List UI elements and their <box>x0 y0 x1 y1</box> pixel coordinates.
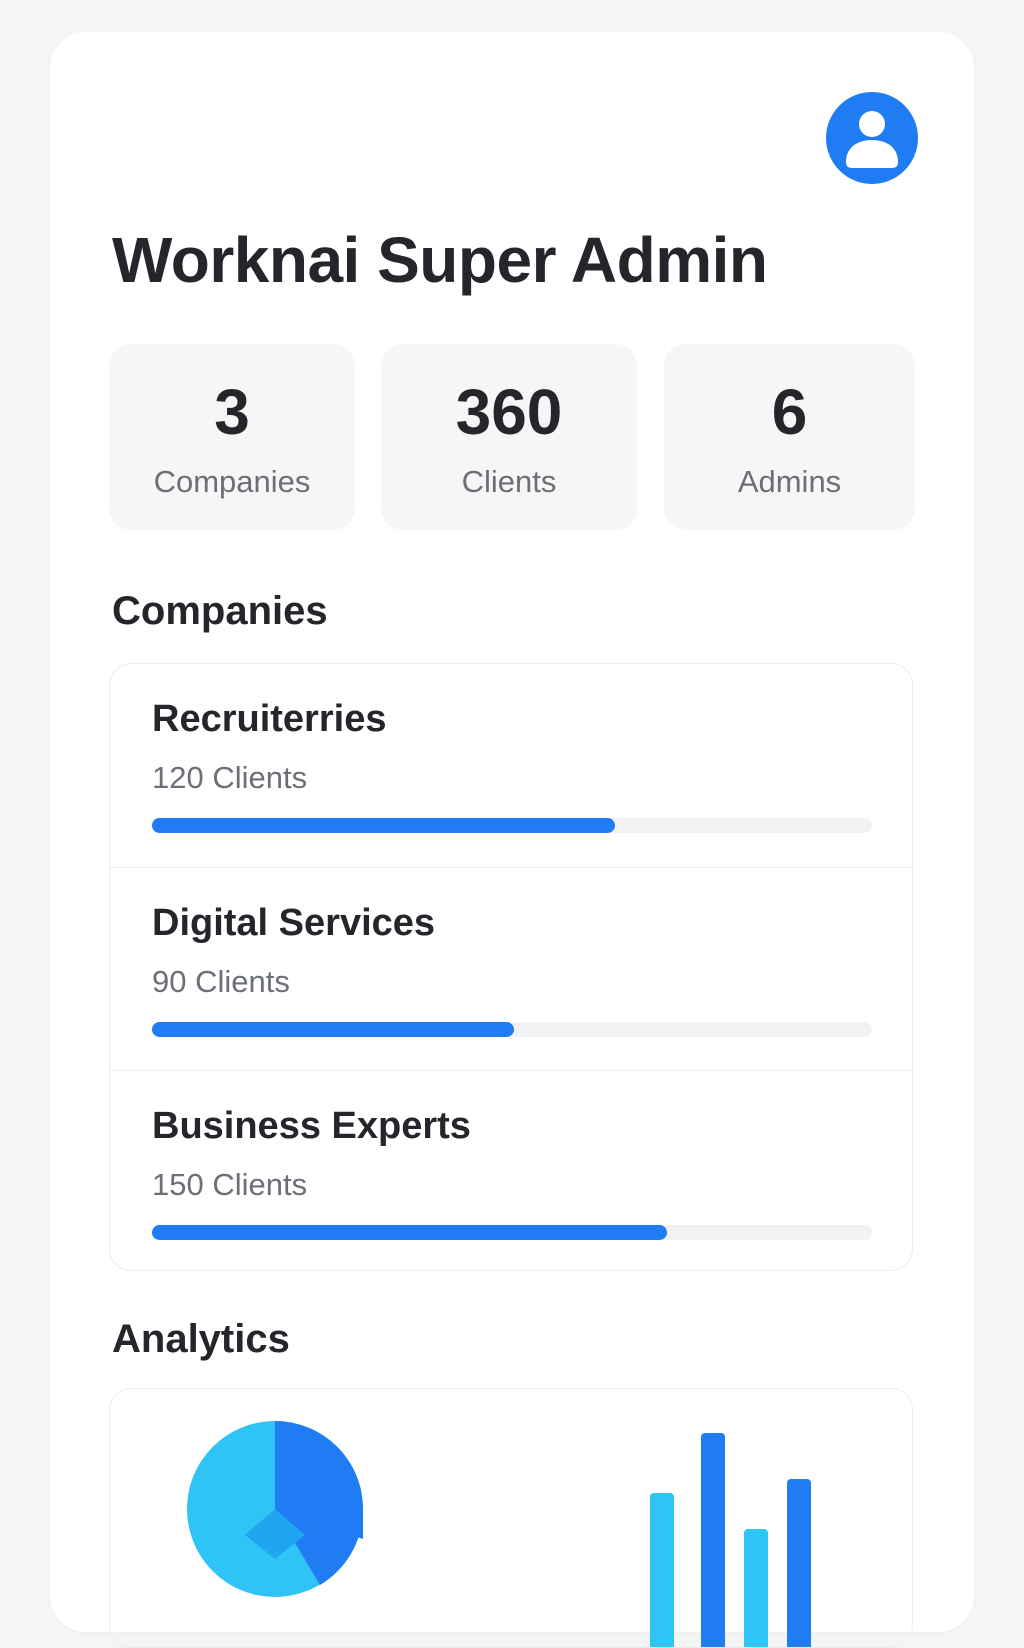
company-client-count: 120 Clients <box>152 760 308 795</box>
stat-value: 6 <box>771 376 808 448</box>
stat-value: 360 <box>455 376 563 448</box>
stat-label: Admins <box>737 464 842 499</box>
profile-avatar-button[interactable] <box>826 92 918 184</box>
client-progress-fill <box>152 1022 515 1037</box>
client-progress-track <box>152 818 872 833</box>
client-progress-fill <box>152 1225 667 1240</box>
company-item-business-experts[interactable]: Business Experts 150 Clients <box>110 1070 912 1270</box>
company-name: Business Experts <box>152 1105 471 1147</box>
company-item-digital-services[interactable]: Digital Services 90 Clients <box>110 867 912 1070</box>
analytics-card <box>109 1388 913 1648</box>
analytics-heading: Analytics <box>112 1317 290 1361</box>
pie-chart-icon <box>187 1421 364 1597</box>
company-client-count: 90 Clients <box>152 964 290 999</box>
stat-card-companies: 3 Companies <box>109 344 355 530</box>
client-progress-track <box>152 1022 872 1037</box>
client-progress-fill <box>152 818 615 833</box>
company-name: Recruiterries <box>152 698 387 740</box>
stat-card-clients: 360 Clients <box>381 344 637 530</box>
page-title: Worknai Super Admin <box>112 224 768 296</box>
stat-label: Clients <box>461 464 557 499</box>
company-item-recruiterries[interactable]: Recruiterries 120 Clients <box>110 664 912 867</box>
analytics-graphics <box>187 1421 811 1647</box>
companies-list: Recruiterries 120 Clients Digital Servic… <box>109 663 913 1271</box>
dashboard-card: Worknai Super Admin 3 Companies 360 Clie… <box>50 32 974 1648</box>
user-avatar-icon <box>846 111 898 168</box>
company-client-count: 150 Clients <box>152 1167 308 1202</box>
company-name: Digital Services <box>152 902 436 944</box>
client-progress-track <box>152 1225 872 1240</box>
companies-heading: Companies <box>112 589 328 633</box>
stat-card-admins: 6 Admins <box>664 344 915 530</box>
stat-value: 3 <box>214 376 250 448</box>
bar-chart-icon <box>650 1433 811 1647</box>
stat-label: Companies <box>153 464 311 499</box>
